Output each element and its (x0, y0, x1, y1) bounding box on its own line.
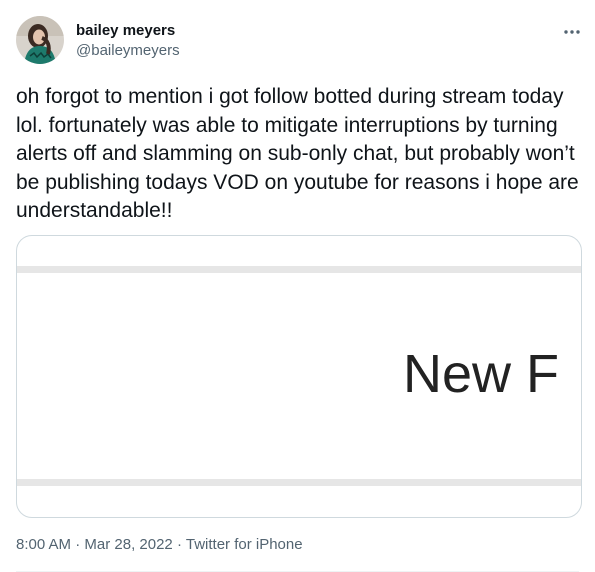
avatar[interactable] (16, 16, 64, 64)
author-display-name[interactable]: bailey meyers (76, 22, 180, 40)
author-handle[interactable]: @baileymeyers (76, 42, 180, 60)
author-info: bailey meyers @baileymeyers (76, 22, 180, 60)
avatar-image (16, 16, 64, 64)
tweet-source[interactable]: Twitter for iPhone (186, 536, 303, 553)
tweet-timestamp[interactable]: 8:00 AM (16, 536, 71, 553)
media-band-bottom (17, 479, 581, 486)
media-caption-text: New F (403, 344, 560, 404)
tweet-metadata: 8:00 AM · Mar 28, 2022 · Twitter for iPh… (16, 535, 303, 555)
tweet-card: bailey meyers @baileymeyers oh forgot to… (0, 0, 595, 572)
meta-separator: · (75, 536, 81, 553)
meta-separator-2: · (176, 536, 182, 553)
more-options-button[interactable] (557, 20, 587, 44)
tweet-text: oh forgot to mention i got follow botted… (16, 85, 579, 222)
more-horizontal-icon (564, 30, 580, 34)
media-band-top (17, 266, 581, 273)
tweet-media-image[interactable]: New F (16, 235, 582, 518)
tweet-date[interactable]: Mar 28, 2022 (84, 536, 172, 553)
